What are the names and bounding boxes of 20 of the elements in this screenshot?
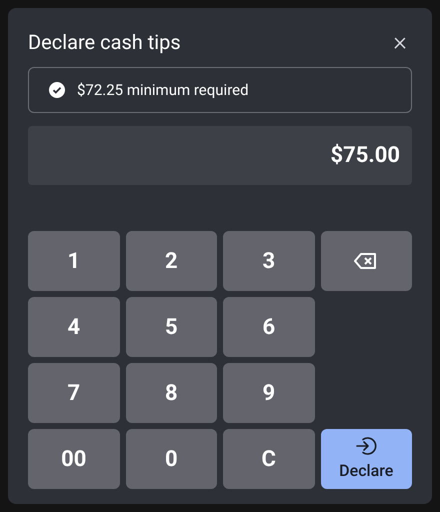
keypad-key[interactable]: 2 <box>126 231 217 291</box>
notice-text: $72.25 minimum required <box>77 80 249 101</box>
declare-button[interactable]: Declare <box>320 429 412 489</box>
dialog-title: Declare cash tips <box>28 29 181 56</box>
keypad-key[interactable]: 00 <box>28 429 120 489</box>
keypad-key[interactable]: 3 <box>223 231 314 291</box>
keypad-key[interactable]: C <box>223 429 314 489</box>
backspace-icon <box>354 252 378 270</box>
keypad-key[interactable]: 4 <box>28 297 120 357</box>
amount-field[interactable]: $75.00 <box>28 126 412 185</box>
keypad-key[interactable]: 9 <box>223 363 314 423</box>
keypad-key[interactable]: 0 <box>126 429 217 489</box>
keypad-key[interactable]: 6 <box>223 297 314 357</box>
keypad-key[interactable]: 1 <box>28 231 120 291</box>
backspace-button[interactable] <box>320 231 412 291</box>
close-button[interactable]: × <box>388 30 412 54</box>
enter-icon <box>355 435 378 457</box>
keypad-key[interactable]: 7 <box>28 363 120 423</box>
keypad-key[interactable]: 8 <box>126 363 217 423</box>
keypad-key[interactable]: 5 <box>126 297 217 357</box>
